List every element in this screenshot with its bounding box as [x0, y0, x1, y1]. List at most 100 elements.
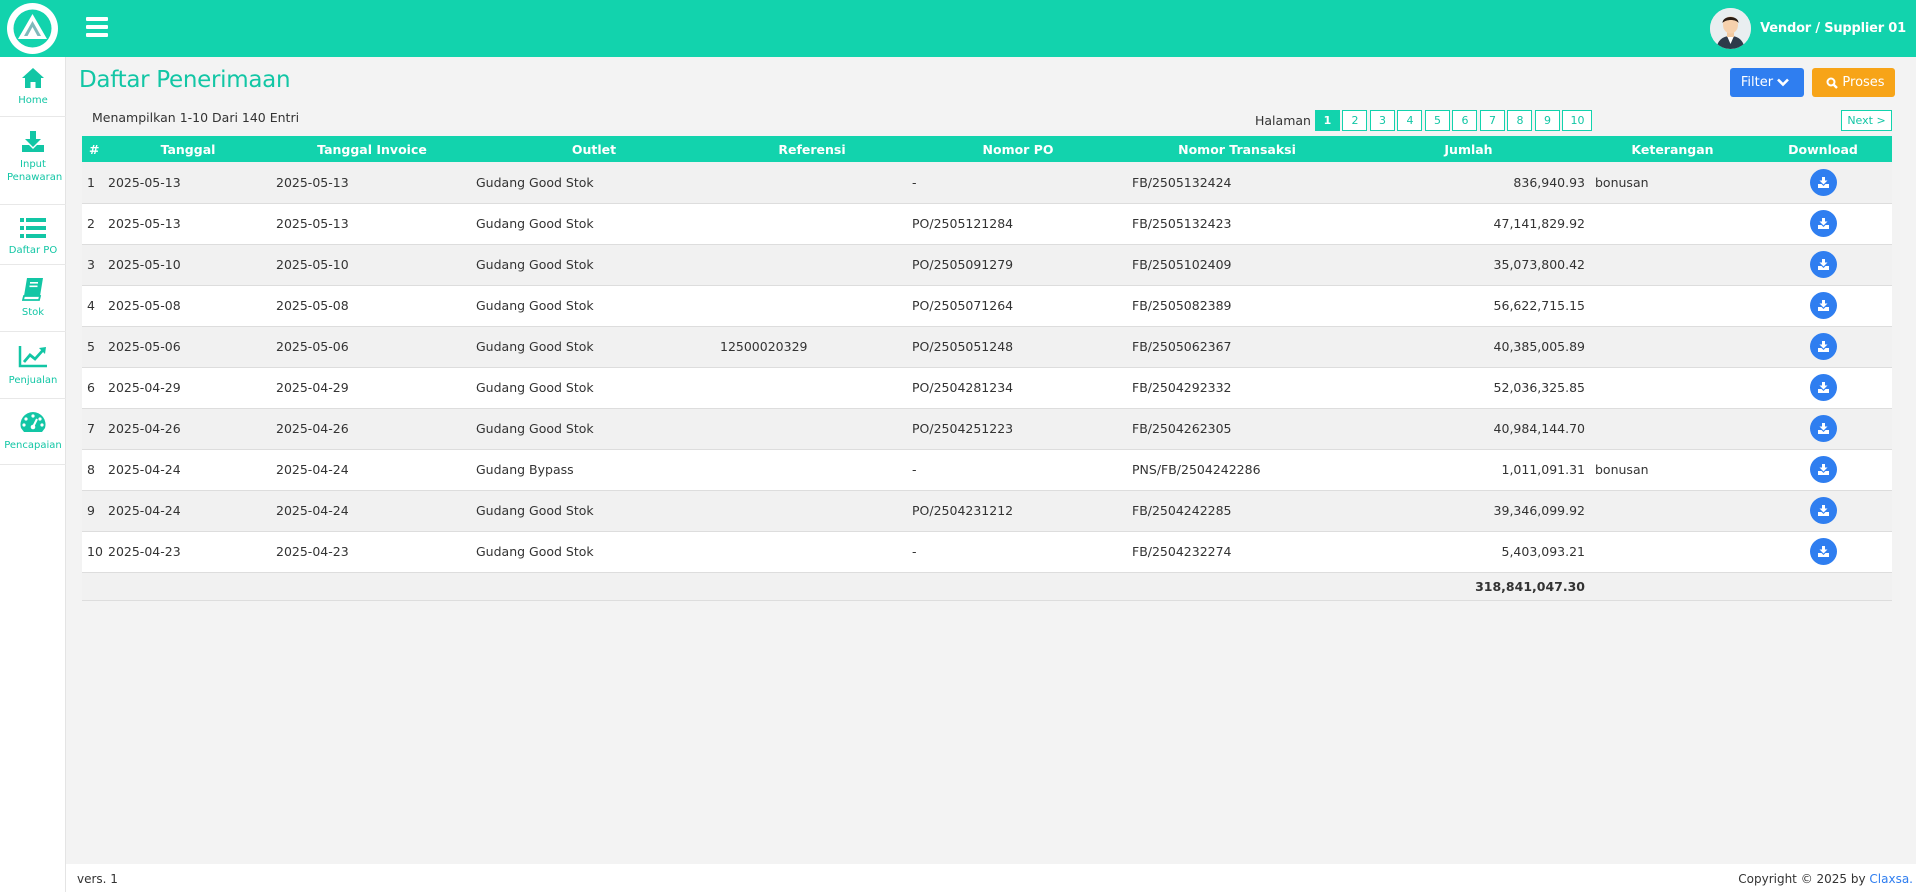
table-row: 8 2025-04-24 2025-04-24 Gudang Bypass - PNS/F…	[82, 449, 1892, 491]
column-header[interactable]: Tanggal	[104, 136, 272, 162]
copyright-text: Copyright © 2025 by Claxsa.	[1738, 872, 1913, 886]
cell-tanggal: 2025-04-24	[104, 449, 272, 491]
download-icon	[1817, 505, 1829, 516]
cell-tanggal-invoice: 2025-05-08	[272, 285, 472, 327]
list-icon	[20, 218, 46, 238]
cell-tanggal-invoice: 2025-04-23	[272, 531, 472, 573]
table-total-row: 318,841,047.30	[82, 571, 1892, 601]
table-row: 10 2025-04-23 2025-04-23 Gudang Good Stok - F…	[82, 531, 1892, 573]
cell-jumlah: 56,622,715.15	[1346, 285, 1591, 327]
column-header[interactable]: Nomor PO	[908, 136, 1128, 162]
column-header[interactable]: Download	[1754, 136, 1892, 162]
sidebar-item-label: Home	[18, 95, 48, 106]
entries-info: Menampilkan 1-10 Dari 140 Entri	[92, 110, 300, 125]
sidebar-item-stok[interactable]: Stok	[0, 265, 66, 332]
download-button[interactable]	[1809, 210, 1837, 237]
sidebar-item-daftar-po[interactable]: Daftar PO	[0, 205, 66, 265]
page-button[interactable]: 5	[1424, 110, 1450, 131]
sidebar-item-input-penawaran[interactable]: Input Penawaran	[0, 117, 66, 205]
page-button[interactable]: 10	[1562, 110, 1593, 131]
copyright-label: Copyright © 2025 by	[1738, 872, 1870, 886]
download-icon	[1817, 176, 1829, 188]
table-row: 9 2025-04-24 2025-04-24 Gudang Good Stok PO/…	[82, 490, 1892, 532]
cell-tanggal: 2025-04-26	[104, 408, 272, 450]
cell-tanggal-invoice: 2025-04-29	[272, 367, 472, 409]
download-button[interactable]	[1809, 374, 1837, 401]
download-button[interactable]	[1809, 538, 1837, 565]
pagination-label: Halaman	[1255, 113, 1311, 128]
download-icon	[1817, 464, 1829, 475]
menu-toggle-icon[interactable]	[86, 17, 108, 37]
cell-tanggal-invoice: 2025-04-24	[272, 490, 472, 532]
cell-download	[1754, 367, 1892, 409]
download-button[interactable]	[1809, 415, 1837, 442]
cell-tanggal: 2025-04-23	[104, 531, 272, 573]
column-header[interactable]: Tanggal Invoice	[272, 136, 472, 162]
cell-nomor-po: PO/2504281234	[908, 367, 1128, 409]
page-button[interactable]: 2	[1342, 110, 1368, 131]
sidebar-item-label: Stok	[21, 307, 45, 318]
download-icon	[1817, 341, 1829, 352]
download-button[interactable]	[1809, 456, 1837, 483]
cell-download	[1754, 408, 1892, 450]
download-button[interactable]	[1809, 333, 1837, 360]
company-link[interactable]: Claxsa.	[1869, 872, 1913, 886]
cell-referensi	[716, 203, 908, 245]
cell-referensi	[716, 285, 908, 327]
cell-nomor-transaksi: FB/2504242285	[1128, 490, 1346, 532]
footer: vers. 1 Copyright © 2025 by Claxsa.	[66, 864, 1916, 892]
user-menu[interactable]: Vendor / Supplier 01	[1710, 7, 1906, 49]
cell-nomor-po: PO/2505071264	[908, 285, 1128, 327]
cell-download	[1754, 244, 1892, 286]
cell-outlet: Gudang Good Stok	[472, 244, 716, 286]
page-button[interactable]: 4	[1397, 110, 1423, 131]
page-button[interactable]: 6	[1452, 110, 1478, 131]
cell-outlet: Gudang Good Stok	[472, 367, 716, 409]
page-button[interactable]: 1	[1314, 110, 1340, 131]
cell-jumlah: 836,940.93	[1346, 162, 1591, 204]
column-header[interactable]: Jumlah	[1346, 136, 1591, 162]
cell-keterangan	[1591, 408, 1754, 450]
column-header[interactable]: Keterangan	[1591, 136, 1754, 162]
next-page-button[interactable]: Next >	[1841, 110, 1892, 131]
sidebar-item-penjualan[interactable]: Penjualan	[0, 332, 66, 399]
column-header[interactable]: #	[82, 136, 104, 162]
cell-keterangan	[1591, 367, 1754, 409]
download-icon	[1817, 546, 1829, 557]
column-header[interactable]: Nomor Transaksi	[1128, 136, 1346, 162]
proses-button[interactable]: Proses	[1812, 68, 1895, 97]
cell-jumlah: 1,011,091.31	[1346, 449, 1591, 491]
filter-button-label: Filter	[1740, 75, 1774, 90]
page-button[interactable]: 3	[1369, 110, 1395, 131]
cell-download	[1754, 162, 1892, 204]
sidebar-item-home[interactable]: Home	[0, 57, 66, 117]
column-header[interactable]: Outlet	[472, 136, 716, 162]
download-tray-icon	[22, 131, 44, 152]
line-chart-icon	[18, 346, 47, 368]
table-row: 2 2025-05-13 2025-05-13 Gudang Good Stok PO/…	[82, 203, 1892, 245]
sidebar-item-label: Penjualan	[8, 375, 58, 386]
cell-nomor-po: -	[908, 449, 1128, 491]
top-bar: Vendor / Supplier 01	[0, 0, 1916, 57]
cell-download	[1754, 449, 1892, 491]
receipts-table: # Tanggal Tanggal Invoice Outlet Referen…	[82, 136, 1892, 601]
download-button[interactable]	[1809, 497, 1837, 524]
page-button[interactable]: 8	[1507, 110, 1533, 131]
cell-outlet: Gudang Good Stok	[472, 490, 716, 532]
filter-button[interactable]: Filter	[1730, 68, 1804, 97]
cell-keterangan	[1591, 203, 1754, 245]
page-button[interactable]: 9	[1534, 110, 1560, 131]
sidebar-item-pencapaian[interactable]: Pencapaian	[0, 399, 66, 465]
download-button[interactable]	[1809, 292, 1837, 319]
cell-referensi	[716, 408, 908, 450]
download-button[interactable]	[1809, 168, 1837, 196]
column-header[interactable]: Referensi	[716, 136, 908, 162]
app-logo[interactable]	[7, 3, 58, 54]
cell-nomor-po: PO/2504231212	[908, 490, 1128, 532]
cell-tanggal: 2025-05-06	[104, 326, 272, 368]
page-button[interactable]: 7	[1479, 110, 1505, 131]
cell-nomor-transaksi: FB/2505062367	[1128, 326, 1346, 368]
book-icon	[22, 278, 43, 301]
download-button[interactable]	[1809, 251, 1837, 278]
cell-referensi	[716, 531, 908, 573]
